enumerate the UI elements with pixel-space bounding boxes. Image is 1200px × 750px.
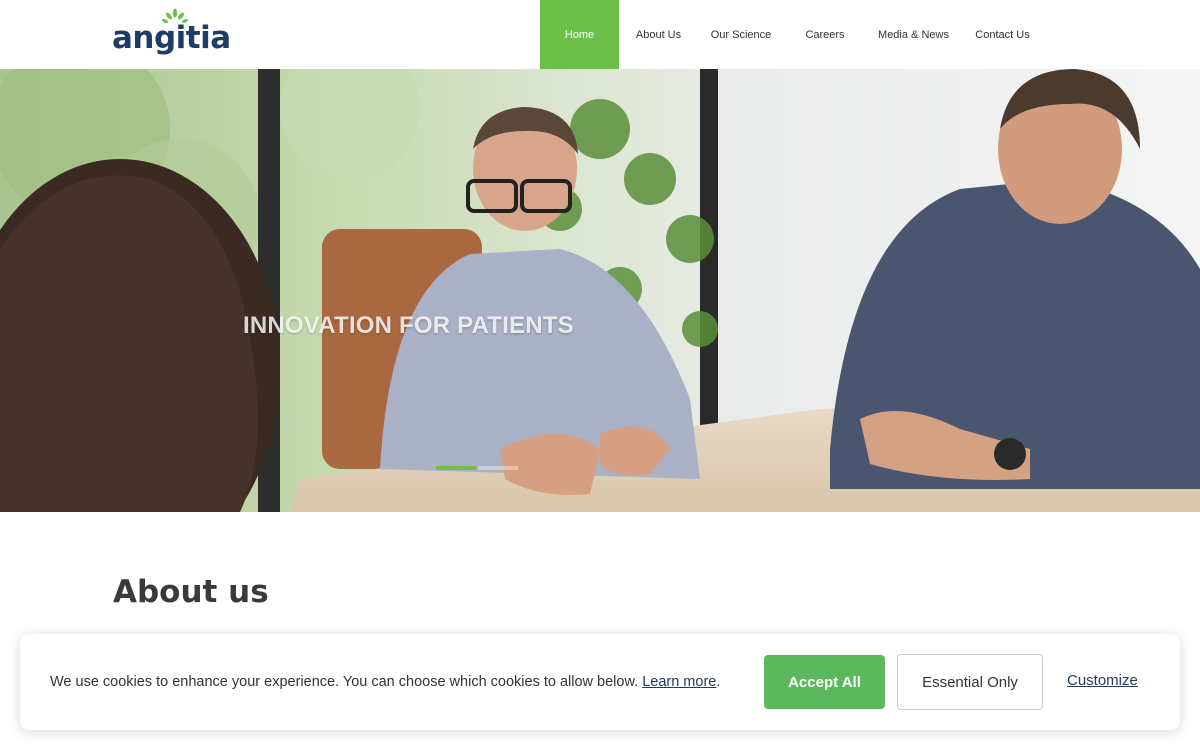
slider-indicator[interactable] — [478, 466, 518, 470]
cookie-banner: We use cookies to enhance your experienc… — [20, 634, 1180, 730]
learn-more-link[interactable]: Learn more — [642, 674, 716, 690]
cookie-message-period: . — [716, 674, 721, 690]
nav-about-us[interactable]: About Us — [619, 0, 698, 69]
hero-photo — [0, 69, 1200, 512]
nav-our-science[interactable]: Our Science — [698, 0, 784, 69]
angitia-logo[interactable]: angitia — [112, 8, 231, 56]
hero-title: INNOVATION FOR PATIENTS — [243, 312, 574, 339]
slider-indicator-active[interactable] — [436, 466, 476, 470]
accept-all-button[interactable]: Accept All — [764, 655, 885, 709]
main-nav: Home About Us Our Science Careers Media … — [540, 0, 1044, 69]
logo-wordmark: angitia — [112, 20, 231, 56]
hero-banner: INNOVATION FOR PATIENTS — [0, 69, 1200, 512]
customize-link[interactable]: Customize — [1067, 672, 1138, 689]
nav-home[interactable]: Home — [540, 0, 619, 69]
cookie-message-text: We use cookies to enhance your experienc… — [50, 674, 639, 690]
nav-contact-us[interactable]: Contact Us — [961, 0, 1044, 69]
essential-only-button[interactable]: Essential Only — [897, 654, 1043, 710]
nav-media-news[interactable]: Media & News — [866, 0, 961, 69]
about-heading: About us — [113, 574, 269, 610]
nav-careers[interactable]: Careers — [784, 0, 866, 69]
site-header: angitia Home About Us Our Science Career… — [0, 0, 1200, 69]
cookie-message: We use cookies to enhance your experienc… — [50, 674, 720, 690]
